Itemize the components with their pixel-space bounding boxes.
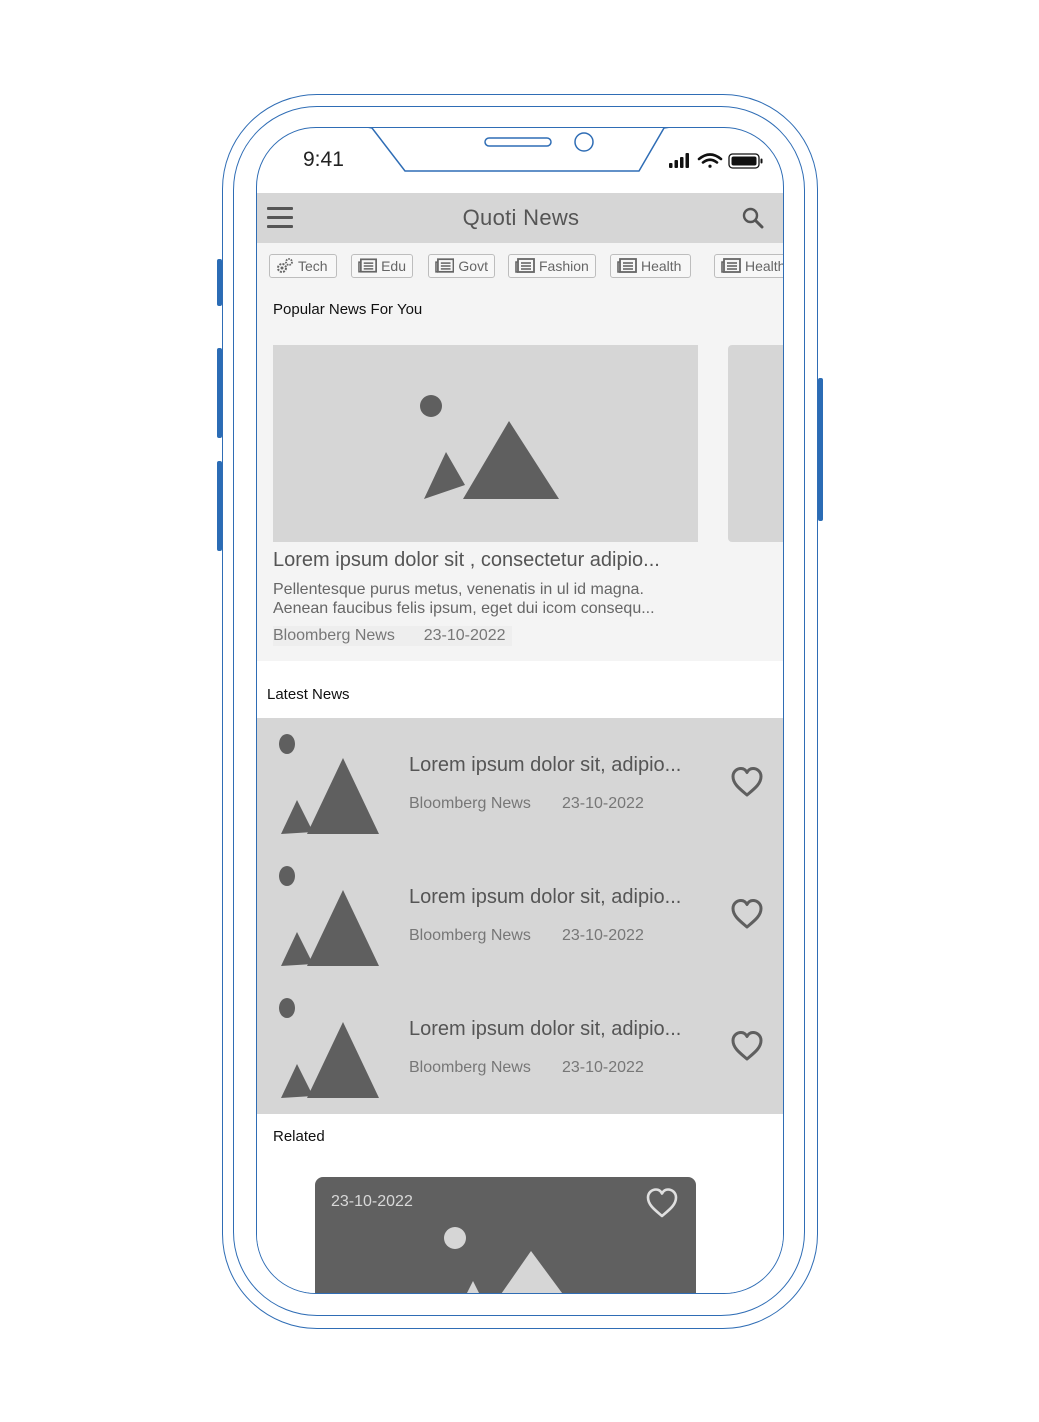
category-label: Fashion xyxy=(539,258,589,274)
category-label: Health xyxy=(641,258,682,274)
news-thumbnail-icon xyxy=(279,998,379,1098)
newspaper-icon xyxy=(435,258,455,273)
category-chip-health-2[interactable]: Health xyxy=(714,254,784,278)
newspaper-icon xyxy=(515,258,535,273)
popular-description-line: Pellentesque purus metus, venenatis in u… xyxy=(273,581,644,598)
wifi-icon xyxy=(697,153,723,168)
news-source: Bloomberg News xyxy=(409,927,531,944)
category-chip-tech[interactable]: Tech xyxy=(269,254,337,278)
image-placeholder-icon xyxy=(420,395,559,499)
news-headline[interactable]: Lorem ipsum dolor sit, adipio... xyxy=(409,754,681,777)
heart-icon[interactable] xyxy=(730,1030,764,1062)
category-chip-fashion[interactable]: Fashion xyxy=(508,254,596,278)
phone-screen: 9:41 Quoti News Tech Edu Govt Fashion He… xyxy=(256,127,784,1294)
popular-card-image[interactable] xyxy=(273,345,698,542)
image-placeholder-icon xyxy=(444,1227,563,1293)
latest-news-list: Lorem ipsum dolor sit, adipio... Bloombe… xyxy=(257,718,783,1114)
related-section: Related 23-10-2022 xyxy=(257,1114,783,1293)
news-date: 23-10-2022 xyxy=(562,1059,644,1076)
popular-description: Pellentesque purus metus, venenatis in u… xyxy=(273,580,703,618)
news-date: 23-10-2022 xyxy=(562,795,644,812)
app-bar: Quoti News xyxy=(257,193,783,243)
category-chip-govt[interactable]: Govt xyxy=(428,254,495,278)
category-chip-edu[interactable]: Edu xyxy=(351,254,413,278)
popular-meta: Bloomberg News 23-10-2022 xyxy=(273,626,512,646)
app-title: Quoti News xyxy=(462,205,580,230)
related-section-title: Related xyxy=(273,1128,325,1145)
status-icons xyxy=(669,152,765,175)
heart-icon[interactable] xyxy=(730,898,764,930)
news-headline[interactable]: Lorem ipsum dolor sit, adipio... xyxy=(409,886,681,909)
popular-section: Popular News For You Lorem ipsum dolor s… xyxy=(257,293,783,661)
popular-description-line: Aenean faucibus felis ipsum, eget dui ic… xyxy=(273,600,655,617)
status-time: 9:41 xyxy=(303,148,344,171)
battery-icon xyxy=(728,153,763,169)
news-source: Bloomberg News xyxy=(409,1059,531,1076)
category-label: Edu xyxy=(381,258,406,274)
latest-section-title: Latest News xyxy=(267,686,350,703)
gear-icon xyxy=(277,258,293,273)
category-label: Tech xyxy=(298,258,328,274)
newspaper-icon xyxy=(721,258,741,273)
popular-source: Bloomberg News xyxy=(273,627,395,644)
power-button xyxy=(818,378,823,521)
list-item[interactable]: Lorem ipsum dolor sit, adipio... Bloombe… xyxy=(257,982,783,1114)
mute-switch xyxy=(217,259,222,306)
news-headline[interactable]: Lorem ipsum dolor sit, adipio... xyxy=(409,1018,681,1041)
search-icon[interactable] xyxy=(742,207,764,229)
newspaper-icon xyxy=(617,258,637,273)
popular-section-title: Popular News For You xyxy=(273,301,423,318)
news-thumbnail-icon xyxy=(279,866,379,966)
category-label: Health xyxy=(745,258,784,274)
volume-up-button xyxy=(217,348,222,438)
popular-headline[interactable]: Lorem ipsum dolor sit , consectetur adip… xyxy=(273,549,743,572)
volume-down-button xyxy=(217,461,222,551)
popular-date: 23-10-2022 xyxy=(423,627,506,644)
news-thumbnail-icon xyxy=(279,734,379,834)
news-date: 23-10-2022 xyxy=(562,927,644,944)
news-source: Bloomberg News xyxy=(409,795,531,812)
related-card[interactable]: 23-10-2022 xyxy=(315,1177,696,1293)
category-label: Govt xyxy=(458,258,488,274)
list-item[interactable]: Lorem ipsum dolor sit, adipio... Bloombe… xyxy=(257,718,783,850)
newspaper-icon xyxy=(358,258,377,273)
popular-card-next-image[interactable] xyxy=(728,345,783,542)
heart-icon[interactable] xyxy=(730,766,764,798)
category-bar: Tech Edu Govt Fashion Health Health xyxy=(257,243,784,293)
category-chip-health[interactable]: Health xyxy=(610,254,691,278)
list-item[interactable]: Lorem ipsum dolor sit, adipio... Bloombe… xyxy=(257,850,783,982)
signal-icon xyxy=(669,153,689,168)
